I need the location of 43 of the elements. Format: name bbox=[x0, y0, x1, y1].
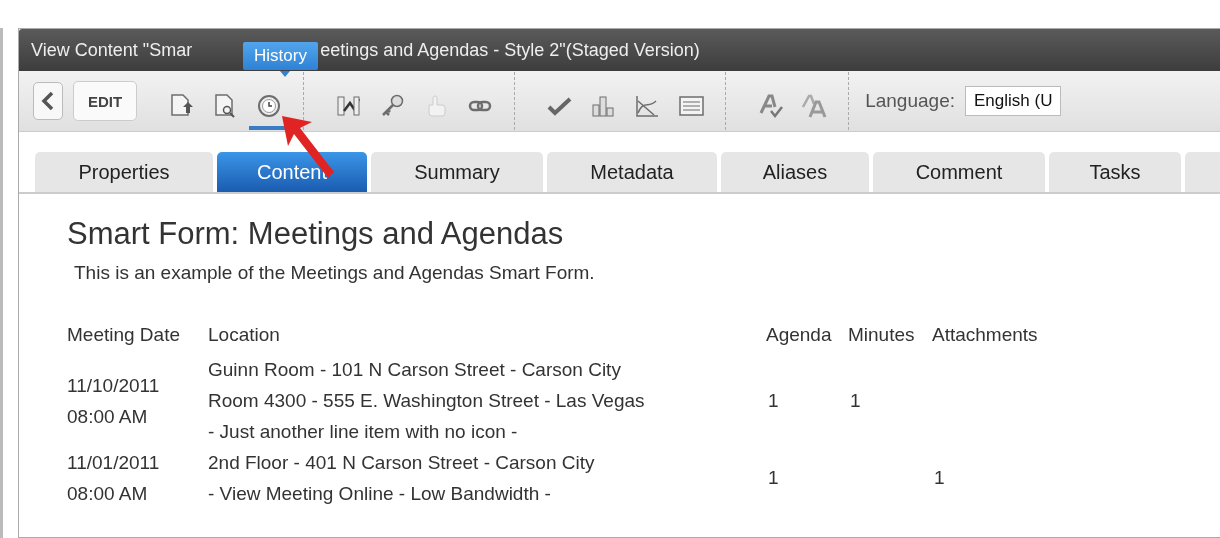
agenda-count: 1 bbox=[768, 389, 779, 411]
time-text: 08:00 AM bbox=[67, 404, 149, 429]
edit-button[interactable]: EDIT bbox=[73, 81, 138, 121]
doc-up-icon bbox=[168, 93, 195, 119]
tab[interactable]: Metadata bbox=[547, 152, 717, 192]
tab[interactable]: Properties bbox=[35, 152, 213, 192]
location-text: - Just another line item with no icon - bbox=[208, 420, 519, 444]
date-text: 11/10/2011 bbox=[67, 373, 161, 398]
clock-icon bbox=[256, 93, 283, 119]
tooltip-tail-icon bbox=[280, 71, 290, 77]
location-text: 2nd Floor - 401 N Carson Street - Carson City bbox=[208, 451, 596, 475]
page-heading: Smart Form: Meetings and Agendas bbox=[67, 216, 565, 252]
column-header: Location bbox=[208, 324, 280, 345]
language-label: Language: bbox=[865, 90, 955, 112]
minutes-count: 1 bbox=[850, 389, 861, 411]
back-button[interactable] bbox=[33, 82, 63, 120]
window-title: View Content "Smar bbox=[31, 39, 193, 61]
time-text: 08:00 AM bbox=[67, 482, 149, 506]
location-text: Guinn Room - 101 N Carson Street - Carson City bbox=[208, 358, 622, 382]
column-header: Meeting Date bbox=[67, 324, 180, 345]
tab[interactable]: Summary bbox=[371, 152, 543, 192]
chevron-left-icon bbox=[41, 91, 55, 111]
agenda-count: 1 bbox=[768, 467, 779, 488]
column-header: Minutes bbox=[848, 324, 915, 345]
column-header: Attachments bbox=[932, 324, 1038, 345]
aa-icon bbox=[801, 93, 828, 119]
tab[interactable]: Comment bbox=[873, 152, 1045, 192]
date-text: 11/01/2011 bbox=[67, 451, 161, 475]
window-title: eetings and Agendas - Style 2"(Staged Version) bbox=[320, 39, 700, 61]
location-text: Room 4300 - 555 E. Washington Street - Las Vegas bbox=[208, 389, 646, 413]
tooltip: History bbox=[243, 42, 318, 70]
tab[interactable]: Aliases bbox=[721, 152, 869, 192]
tab[interactable]: Tasks bbox=[1049, 152, 1181, 192]
location-text: - View Meeting Online - Low Bandwidth - bbox=[208, 482, 552, 506]
attachments-count: 1 bbox=[934, 467, 945, 488]
bars-icon bbox=[590, 93, 617, 119]
chart-edit-icon bbox=[335, 93, 362, 119]
line-chart-icon bbox=[634, 93, 661, 119]
description: This is an example of the Meetings and Agendas Smart Form. bbox=[74, 262, 596, 284]
list-icon bbox=[678, 93, 705, 119]
a-check-icon bbox=[757, 93, 784, 119]
column-header: Agenda bbox=[766, 324, 832, 345]
language-select[interactable]: English (U bbox=[965, 86, 1062, 116]
